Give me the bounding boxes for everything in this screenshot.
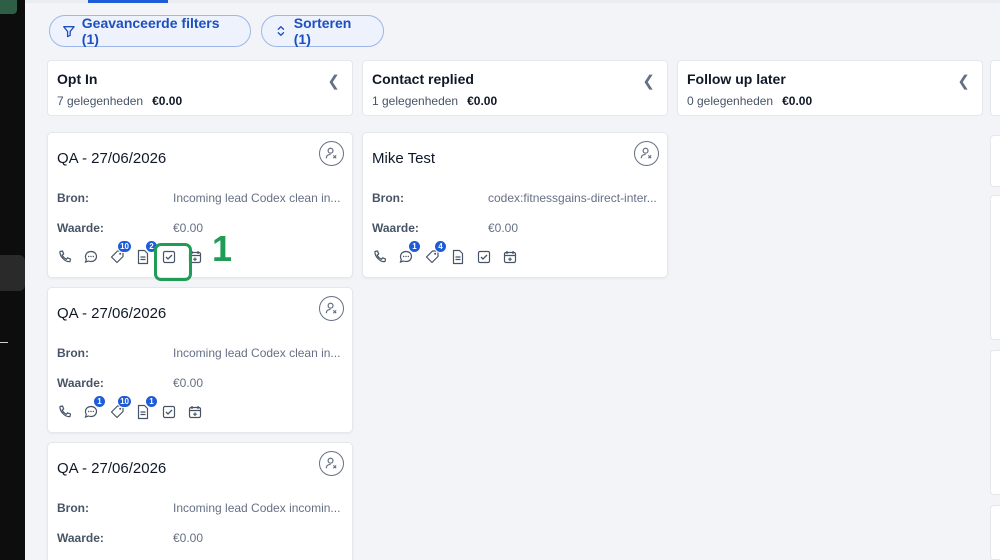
- column-amount: €0.00: [782, 94, 813, 108]
- column-header-follow-up-later: Follow up later 0 gelegenheden €0.00 ❮: [677, 60, 983, 116]
- source-value: Incoming lead Codex clean in...: [173, 346, 341, 360]
- card-title: Mike Test: [372, 150, 436, 167]
- card-title: QA - 27/06/2026: [57, 460, 167, 477]
- sidebar-active-item[interactable]: [0, 255, 25, 291]
- column-header-contact-replied: Contact replied 1 gelegenheden €0.00 ❮: [362, 60, 668, 116]
- sidebar-divider: [0, 342, 8, 343]
- opportunity-card[interactable]: QA - 27/06/2026 Bron: Incoming lead Codex…: [47, 287, 353, 433]
- column-title: Follow up later: [687, 71, 786, 87]
- phone-icon[interactable]: [372, 249, 388, 265]
- value-label: Waarde:: [57, 531, 104, 545]
- opportunity-value: €0.00: [173, 376, 204, 390]
- column-title: Opt In: [57, 71, 98, 87]
- column-title: Contact replied: [372, 71, 474, 87]
- next-column-card[interactable]: [990, 195, 1000, 340]
- message-count-badge: 1: [93, 395, 106, 408]
- chevron-left-icon[interactable]: ❮: [642, 72, 655, 90]
- calendar-icon[interactable]: [502, 249, 518, 265]
- note-icon[interactable]: [450, 249, 466, 265]
- column-count: 0 gelegenheden: [687, 94, 774, 108]
- message-count-badge: 1: [408, 240, 421, 253]
- next-column-header: [990, 60, 1000, 116]
- calendar-icon[interactable]: [187, 249, 203, 265]
- filter-icon: [63, 26, 75, 38]
- value-label: Waarde:: [57, 376, 104, 390]
- column-amount: €0.00: [152, 94, 183, 108]
- source-label: Bron:: [57, 191, 89, 205]
- active-tab-indicator: [88, 0, 168, 3]
- column-count: 1 gelegenheden: [372, 94, 459, 108]
- phone-icon[interactable]: [57, 404, 73, 420]
- source-label: Bron:: [372, 191, 404, 205]
- note-count-badge: 1: [145, 395, 158, 408]
- opportunity-value: €0.00: [173, 531, 204, 545]
- message-icon[interactable]: [83, 249, 99, 265]
- calendar-icon[interactable]: [187, 404, 203, 420]
- column-header-opt-in: Opt In 7 gelegenheden €0.00 ❮: [47, 60, 353, 116]
- phone-icon[interactable]: [57, 249, 73, 265]
- annotation-number: 1: [212, 228, 233, 269]
- source-label: Bron:: [57, 346, 89, 360]
- next-column-card[interactable]: [990, 135, 1000, 187]
- unassigned-user-icon[interactable]: [319, 451, 344, 476]
- opportunity-card[interactable]: Mike Test Bron: codex:fitnessgains-direct…: [362, 132, 668, 278]
- source-value: Incoming lead Codex clean in...: [173, 191, 341, 205]
- sort-button[interactable]: Sorteren (1): [261, 15, 384, 47]
- value-label: Waarde:: [57, 221, 104, 235]
- note-icon[interactable]: 2: [135, 240, 158, 265]
- advanced-filters-label: Geavanceerde filters (1): [81, 15, 220, 47]
- card-title: QA - 27/06/2026: [57, 305, 167, 322]
- note-icon[interactable]: 1: [135, 395, 158, 420]
- value-label: Waarde:: [372, 221, 419, 235]
- app-sidebar: [0, 0, 25, 560]
- note-count-badge: 2: [145, 240, 158, 253]
- column-count: 7 gelegenheden: [57, 94, 144, 108]
- tag-count-badge: 10: [117, 240, 132, 253]
- tag-icon[interactable]: 10: [109, 395, 132, 420]
- sort-label: Sorteren (1): [293, 15, 352, 47]
- opportunity-value: €0.00: [173, 221, 204, 235]
- source-value: Incoming lead Codex incomin...: [173, 501, 341, 515]
- sort-icon: [277, 26, 285, 36]
- advanced-filters-button[interactable]: Geavanceerde filters (1): [49, 15, 251, 47]
- column-amount: €0.00: [467, 94, 498, 108]
- tag-icon[interactable]: 4: [424, 240, 447, 265]
- message-icon[interactable]: 1: [83, 395, 106, 420]
- source-label: Bron:: [57, 501, 89, 515]
- unassigned-user-icon[interactable]: [319, 296, 344, 321]
- task-icon[interactable]: [161, 249, 177, 265]
- message-icon[interactable]: 1: [398, 240, 421, 265]
- next-column-card[interactable]: [990, 505, 1000, 560]
- opportunity-value: €0.00: [488, 221, 519, 235]
- unassigned-user-icon[interactable]: [634, 141, 659, 166]
- tag-count-badge: 10: [117, 395, 132, 408]
- tag-count-badge: 4: [434, 240, 447, 253]
- unassigned-user-icon[interactable]: [319, 141, 344, 166]
- task-icon[interactable]: [161, 404, 177, 420]
- source-value: codex:fitnessgains-direct-inter...: [488, 191, 657, 205]
- app-logo[interactable]: [0, 0, 17, 14]
- opportunity-card[interactable]: QA - 27/06/2026 Bron: Incoming lead Codex…: [47, 442, 353, 560]
- chevron-left-icon[interactable]: ❮: [327, 72, 340, 90]
- top-tab-bar: [25, 0, 1000, 3]
- opportunity-card[interactable]: QA - 27/06/2026 Bron: Incoming lead Codex…: [47, 132, 353, 278]
- chevron-left-icon[interactable]: ❮: [957, 72, 970, 90]
- next-column-card[interactable]: [990, 350, 1000, 495]
- card-title: QA - 27/06/2026: [57, 150, 167, 167]
- task-icon[interactable]: [476, 249, 492, 265]
- tag-icon[interactable]: 10: [109, 240, 132, 265]
